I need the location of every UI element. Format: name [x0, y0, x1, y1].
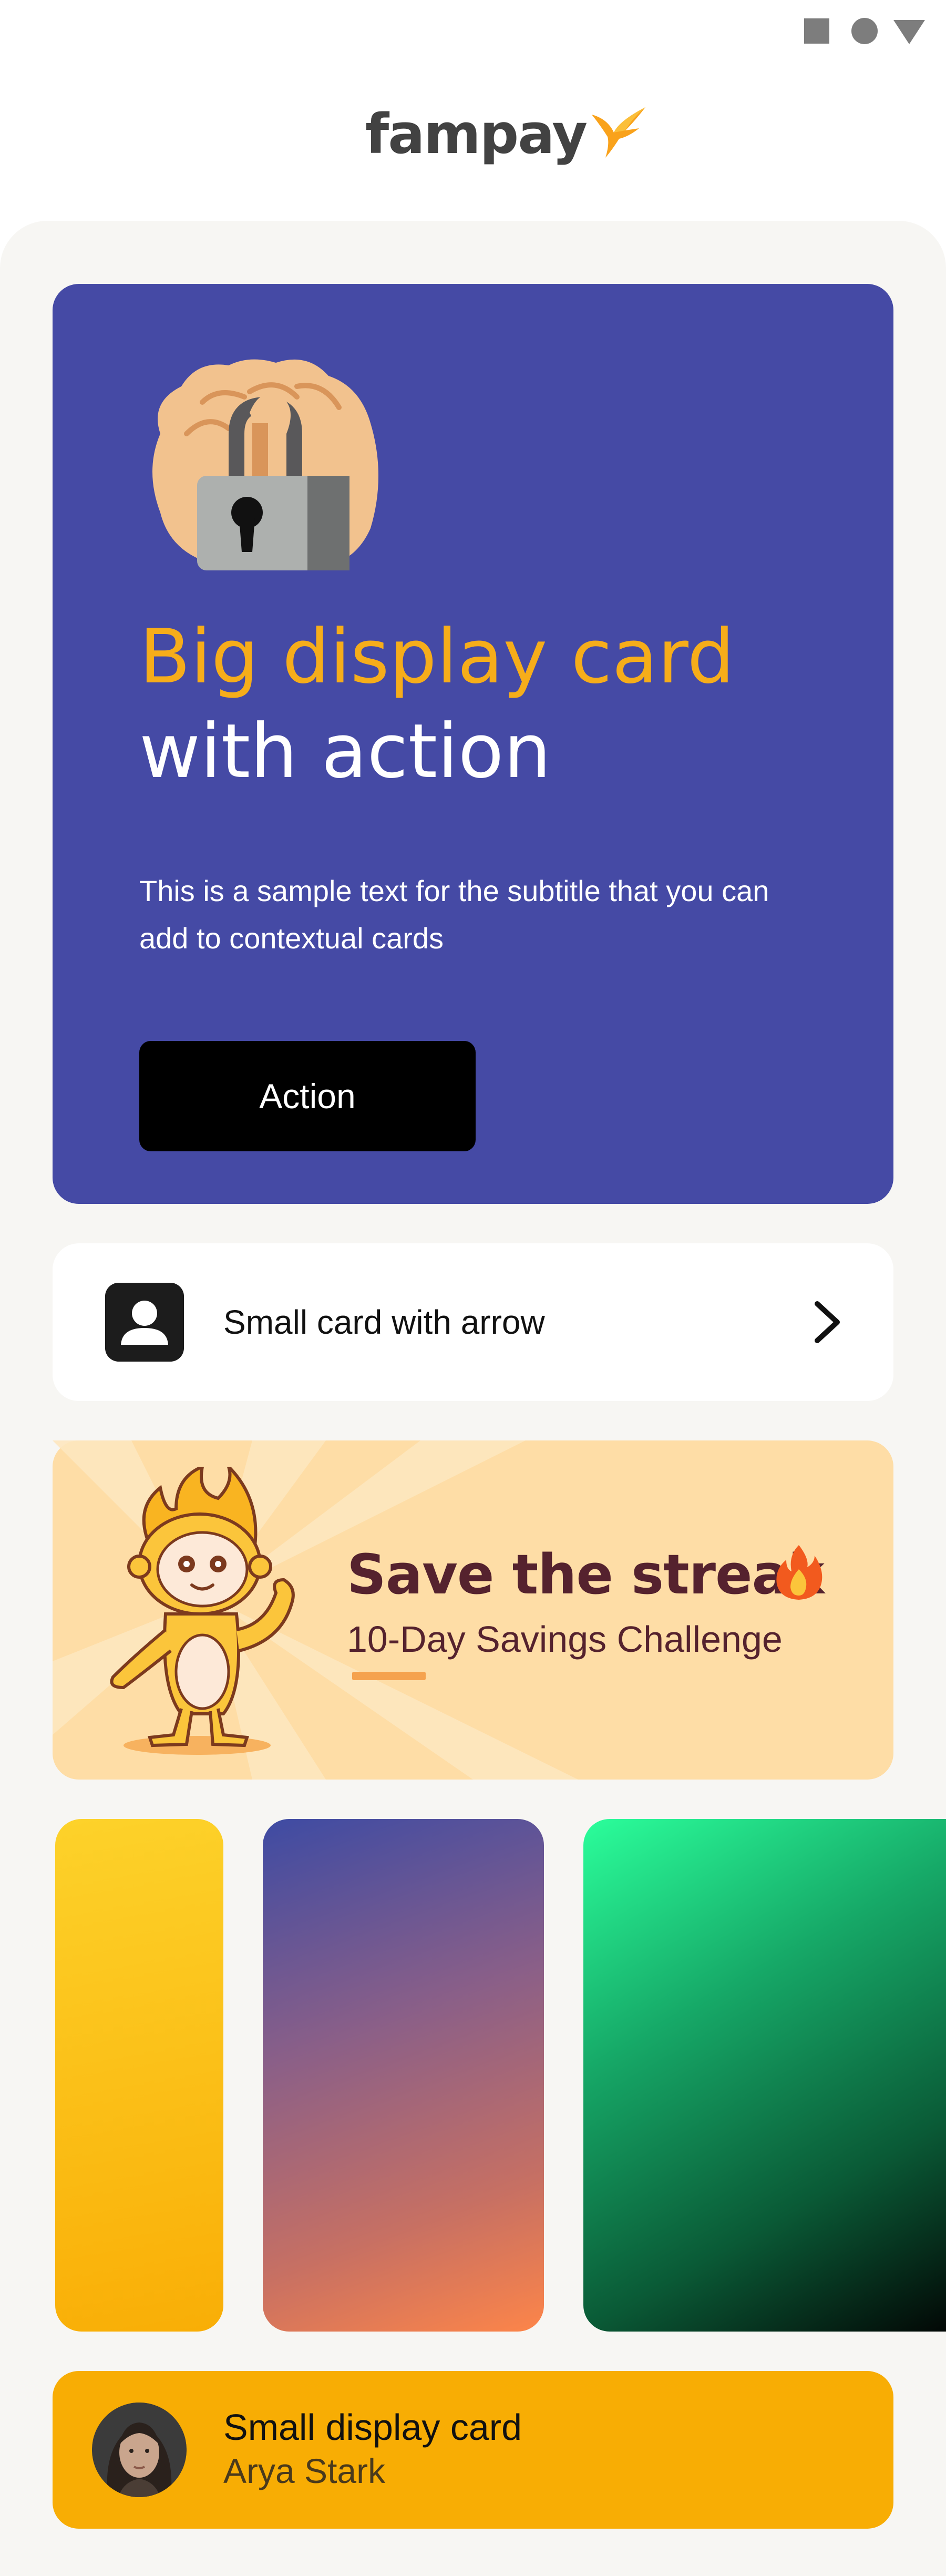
- streak-underline: [352, 1672, 426, 1680]
- display-card-subtitle: Arya Stark: [223, 2451, 386, 2490]
- streak-subtitle: 10-Day Savings Challenge: [347, 1619, 783, 1660]
- action-button[interactable]: Action: [139, 1041, 476, 1151]
- square-icon: [804, 18, 829, 44]
- fampay-bird-icon: [592, 107, 646, 158]
- flame-icon: [776, 1545, 822, 1600]
- brand-logo: fampay: [365, 95, 650, 173]
- status-bar: [0, 0, 946, 63]
- big-card-subtitle: This is a sample text for the subtitle t…: [139, 874, 769, 955]
- lock-hand-icon: [152, 359, 378, 570]
- gradient-card-purple-orange[interactable]: [263, 1819, 544, 2332]
- gradient-card-yellow[interactable]: [55, 1819, 223, 2332]
- small-card-label: Small card with arrow: [223, 1303, 545, 1341]
- chevron-right-icon[interactable]: [807, 1299, 849, 1346]
- triangle-icon: [893, 20, 925, 44]
- big-card-title-highlight: Big display card: [139, 614, 735, 700]
- avatar: [92, 2403, 187, 2497]
- user-icon: [105, 1283, 184, 1362]
- display-card-title: Small display card: [223, 2407, 522, 2448]
- brand-name: fampay: [365, 102, 588, 166]
- gradient-card-green-black[interactable]: [583, 1819, 946, 2332]
- big-card-title: Big display card with action: [139, 610, 875, 799]
- circle-icon: [851, 18, 878, 44]
- mascot-illustration: [110, 1467, 295, 1755]
- streak-title: Save the streak: [347, 1542, 825, 1607]
- big-card-title-rest: with action: [139, 708, 551, 795]
